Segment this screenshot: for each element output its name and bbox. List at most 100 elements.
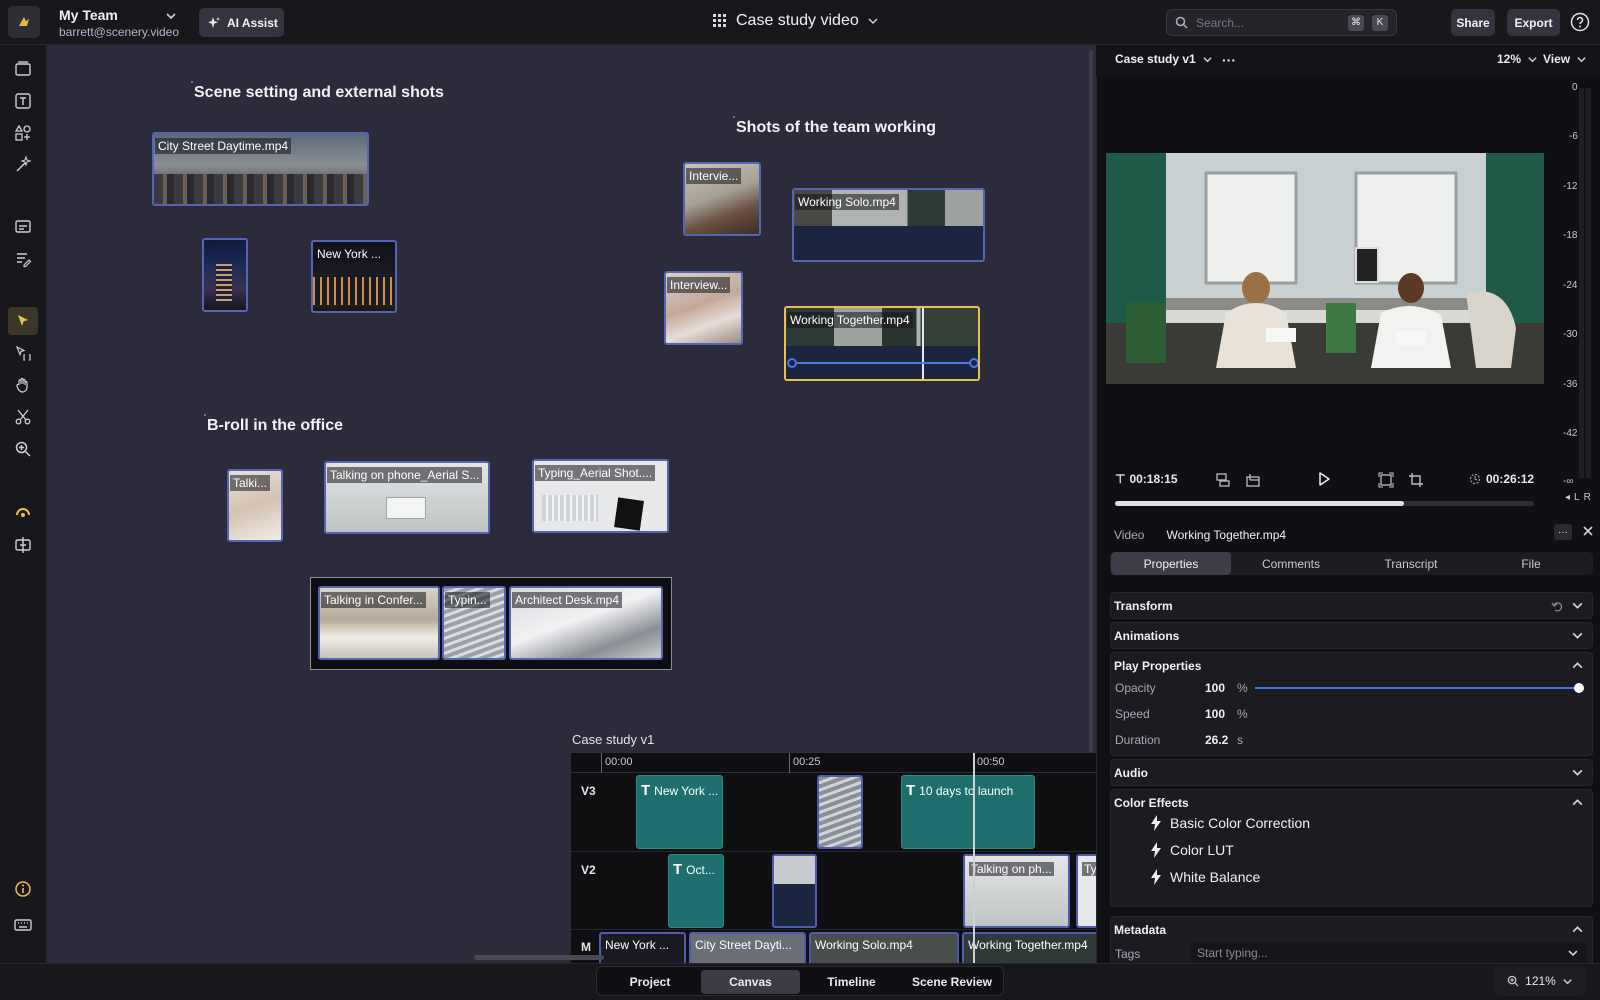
group-title-scene-setting[interactable]: Scene setting and external shots [191, 81, 444, 102]
opacity-slider-thumb[interactable] [1574, 683, 1584, 693]
reset-icon[interactable] [1551, 600, 1564, 613]
effect-item[interactable]: White Balance [1150, 869, 1260, 885]
current-timecode[interactable]: ⊤ 00:18:15 [1115, 472, 1178, 486]
canvas-clip-typing[interactable]: Typin... [442, 586, 506, 660]
canvas-clip-working-together[interactable]: Working Together.mp4 [784, 306, 980, 381]
view-dropdown[interactable]: View [1543, 52, 1587, 66]
timeline-video-clip[interactable]: Talking on ph... [963, 854, 1070, 928]
project-title-dropdown[interactable]: Case study video [712, 12, 879, 30]
tags-input[interactable]: Start typing... [1191, 943, 1587, 963]
effect-item[interactable]: Color LUT [1150, 842, 1234, 858]
canvas-clip-interview-2[interactable]: Interview... [664, 271, 743, 345]
canvas-clip-talking-in-conference[interactable]: Talking in Confer... [318, 586, 440, 660]
video-preview[interactable] [1106, 153, 1544, 384]
info-tool[interactable] [8, 875, 38, 903]
canvas-zoom-dropdown[interactable]: 121% [1494, 966, 1586, 996]
sequence-dropdown[interactable]: Case study v1 [1115, 52, 1213, 66]
inspector-more-button[interactable]: ··· [1554, 524, 1572, 540]
media-tool[interactable] [8, 55, 38, 83]
meter-bar-right [1586, 88, 1591, 478]
keyboard-shortcuts-tool[interactable] [8, 911, 38, 939]
viewer-zoom-dropdown[interactable]: 12% [1497, 52, 1538, 66]
play-icon[interactable] [1316, 471, 1332, 487]
duration-value[interactable]: 26.2 [1205, 733, 1228, 747]
search-input[interactable]: Search... ⌘ K [1166, 9, 1397, 36]
tab-file[interactable]: File [1471, 552, 1591, 575]
keyframe-handle-start[interactable] [787, 358, 797, 368]
group-title-team-working[interactable]: Shots of the team working [732, 116, 936, 137]
view-canvas-button[interactable]: Canvas [701, 970, 800, 994]
timeline-video-clip[interactable]: City Street Dayti... [689, 932, 806, 963]
section-color-effects[interactable]: Color Effects Basic Color Correction Col… [1110, 789, 1593, 907]
ripple-tool[interactable] [8, 499, 38, 527]
app-logo[interactable] [8, 6, 40, 38]
canvas-clip-new-york[interactable]: New York ... [311, 240, 397, 313]
chevron-down-icon[interactable] [164, 9, 178, 23]
canvas-clip-city-street[interactable]: City Street Daytime.mp4 [152, 132, 369, 206]
overlay-icon[interactable] [1245, 472, 1261, 488]
elements-tool[interactable] [8, 119, 38, 147]
captions-tool[interactable] [8, 213, 38, 241]
timeline-video-clip[interactable]: New York ... [599, 932, 686, 963]
tab-transcript[interactable]: Transcript [1351, 552, 1471, 575]
razor-tool[interactable] [8, 403, 38, 431]
opacity-value[interactable]: 100 [1205, 681, 1225, 695]
canvas-clip-interview-1[interactable]: Intervie... [683, 162, 761, 236]
timeline-panel[interactable]: 00:00 00:25 00:50 V3 V2 M T New York ... … [571, 752, 1096, 963]
canvas-clip-night-city[interactable] [202, 238, 248, 312]
speed-value[interactable]: 100 [1205, 707, 1225, 721]
canvas-clip-talking-1[interactable]: Talki... [227, 469, 283, 542]
group-title-broll[interactable]: B-roll in the office [204, 414, 343, 435]
team-name[interactable]: My Team [59, 7, 118, 23]
effect-item[interactable]: Basic Color Correction [1150, 815, 1310, 831]
crop-icon[interactable] [1408, 472, 1424, 488]
canvas-clip-talking-on-phone[interactable]: Talking on phone_Aerial S... [324, 461, 490, 534]
select-range-tool[interactable] [8, 339, 38, 367]
section-title: Metadata [1114, 923, 1167, 937]
view-project-button[interactable]: Project [601, 970, 699, 994]
canvas-scrollbar-vertical[interactable] [1089, 50, 1093, 810]
scissors-icon [15, 409, 31, 425]
timeline-video-clip[interactable]: Typi [1076, 854, 1096, 928]
close-icon[interactable] [1581, 524, 1595, 538]
playback-scrubber[interactable] [1115, 501, 1534, 506]
timeline-video-clip[interactable] [772, 854, 817, 928]
timeline-ruler[interactable]: 00:00 00:25 00:50 [571, 753, 1096, 773]
sequence-more-button[interactable]: ··· [1222, 52, 1236, 68]
timeline-text-clip[interactable]: T New York ... [636, 775, 723, 849]
timeline-video-clip[interactable] [817, 775, 863, 849]
text-tool[interactable] [8, 87, 38, 115]
select-tool[interactable] [8, 307, 38, 335]
help-icon[interactable] [1570, 12, 1590, 32]
effects-tool[interactable] [8, 151, 38, 179]
section-play-properties[interactable]: Play Properties Opacity 100 % Speed 100 … [1110, 652, 1593, 756]
view-timeline-button[interactable]: Timeline [802, 970, 901, 994]
timeline-video-clip[interactable]: Working Together.mp4 [962, 932, 1096, 963]
split-screen-icon[interactable] [1215, 472, 1231, 488]
canvas-scrollbar-horizontal[interactable] [474, 955, 604, 960]
timeline-text-clip[interactable]: T 10 days to launch [901, 775, 1035, 849]
section-animations[interactable]: Animations [1110, 622, 1593, 649]
canvas-clip-architect-desk[interactable]: Architect Desk.mp4 [509, 586, 663, 660]
keyframe-handle-end[interactable] [969, 358, 978, 368]
snap-tool[interactable] [8, 531, 38, 559]
ai-assist-button[interactable]: AI Assist [199, 8, 284, 37]
timeline-video-clip[interactable]: Working Solo.mp4 [809, 932, 959, 963]
share-button[interactable]: Share [1451, 9, 1495, 36]
section-transform[interactable]: Transform [1110, 592, 1593, 619]
timeline-playhead[interactable] [973, 753, 975, 963]
opacity-slider[interactable] [1255, 683, 1584, 693]
timeline-text-clip[interactable]: T Oct... [668, 854, 724, 928]
hand-tool[interactable] [8, 371, 38, 399]
zoom-tool[interactable] [8, 435, 38, 463]
section-audio[interactable]: Audio [1110, 759, 1593, 786]
canvas-clip-working-solo[interactable]: Working Solo.mp4 [792, 188, 985, 262]
view-scene-review-button[interactable]: Scene Review [903, 970, 1001, 994]
fit-frame-icon[interactable] [1378, 472, 1394, 488]
section-metadata[interactable]: Metadata Tags Start typing... [1110, 916, 1593, 963]
canvas-clip-typing-aerial[interactable]: Typing_Aerial Shot.... [532, 459, 669, 533]
export-button[interactable]: Export [1507, 9, 1560, 36]
tab-comments[interactable]: Comments [1231, 552, 1351, 575]
script-tool[interactable] [8, 245, 38, 273]
tab-properties[interactable]: Properties [1111, 552, 1231, 575]
